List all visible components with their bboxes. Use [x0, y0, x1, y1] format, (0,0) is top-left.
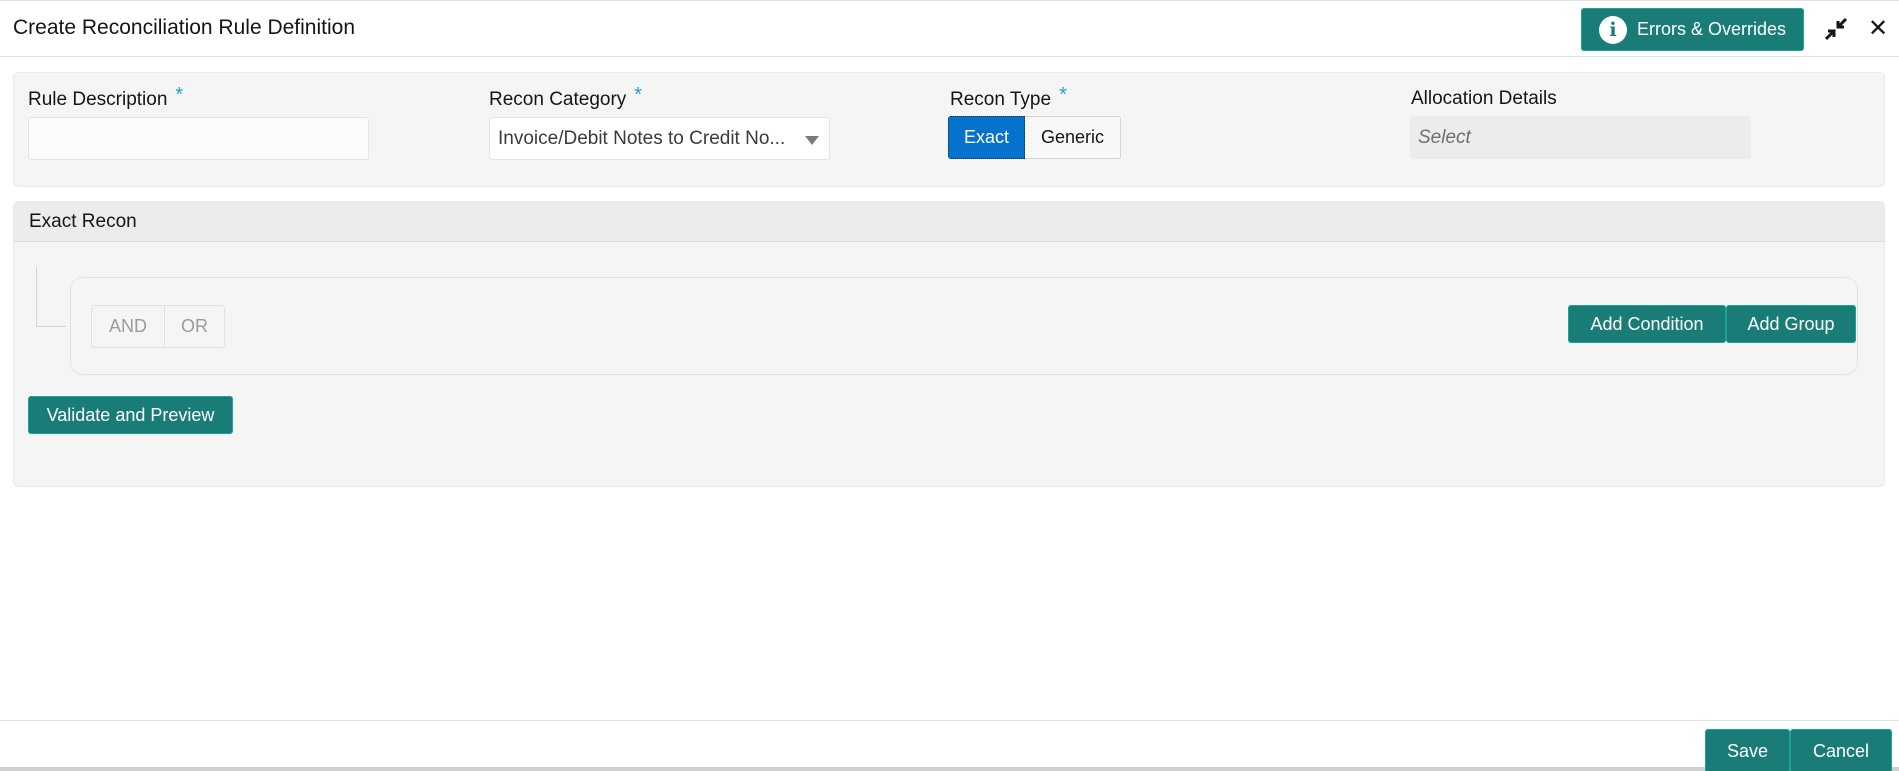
- required-marker: *: [175, 84, 184, 106]
- rule-description-label: Rule Description *: [28, 84, 183, 111]
- allocation-details-label: Allocation Details: [1411, 88, 1557, 109]
- rule-description-input[interactable]: [28, 117, 369, 160]
- recon-category-label-text: Recon Category: [489, 89, 627, 110]
- recon-type-label: Recon Type *: [950, 84, 1067, 111]
- dialog-footer: Save Cancel: [0, 720, 1899, 771]
- recon-category-select[interactable]: Invoice/Debit Notes to Credit No...: [489, 117, 830, 160]
- dialog-header: Create Reconciliation Rule Definition i …: [0, 1, 1899, 57]
- close-icon[interactable]: ✕: [1866, 16, 1890, 42]
- page-title: Create Reconciliation Rule Definition: [13, 16, 356, 39]
- and-operator-button[interactable]: AND: [91, 305, 165, 348]
- or-operator-button[interactable]: OR: [165, 305, 225, 348]
- logic-operator-toggle: AND OR: [91, 305, 225, 348]
- cancel-button[interactable]: Cancel: [1790, 729, 1892, 771]
- info-icon: i: [1598, 15, 1627, 44]
- validate-preview-button[interactable]: Validate and Preview: [28, 396, 233, 434]
- required-marker: *: [1059, 84, 1067, 106]
- required-marker: *: [634, 84, 643, 106]
- recon-type-generic[interactable]: Generic: [1025, 116, 1121, 159]
- chevron-down-icon: [805, 136, 819, 145]
- minimize-icon[interactable]: [1824, 17, 1848, 41]
- save-button[interactable]: Save: [1705, 729, 1790, 771]
- add-condition-button[interactable]: Add Condition: [1568, 305, 1726, 343]
- allocation-details-placeholder: Select: [1418, 126, 1471, 148]
- exact-recon-header: Exact Recon: [14, 202, 1884, 242]
- condition-group: AND OR Add Condition Add Group: [70, 277, 1858, 375]
- allocation-details-select[interactable]: Select: [1410, 116, 1751, 159]
- rule-description-label-text: Rule Description: [28, 89, 168, 110]
- recon-type-toggle: Exact Generic: [948, 116, 1121, 159]
- reconciliation-rule-dialog: Create Reconciliation Rule Definition i …: [0, 0, 1899, 771]
- exact-recon-panel: Exact Recon AND OR Add Condition Add Gro…: [13, 201, 1885, 487]
- errors-overrides-label: Errors & Overrides: [1636, 19, 1787, 39]
- recon-category-value: Invoice/Debit Notes to Credit No...: [498, 127, 786, 149]
- exact-recon-title: Exact Recon: [29, 211, 137, 232]
- recon-type-label-text: Recon Type: [950, 89, 1052, 110]
- recon-category-label: Recon Category *: [489, 84, 642, 111]
- tree-connector: [36, 267, 66, 327]
- recon-type-exact[interactable]: Exact: [948, 116, 1025, 159]
- add-group-button[interactable]: Add Group: [1726, 305, 1856, 343]
- errors-overrides-button[interactable]: i Errors & Overrides: [1581, 8, 1804, 51]
